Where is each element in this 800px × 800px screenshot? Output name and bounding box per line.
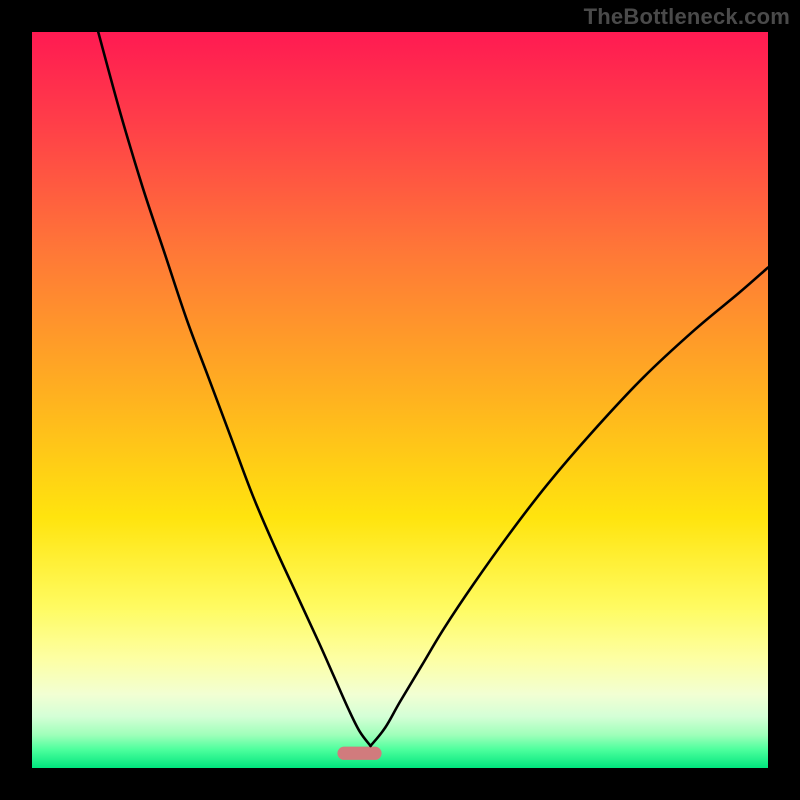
curve-left-branch (98, 32, 370, 746)
curve-right-branch (371, 268, 768, 746)
plot-area (32, 32, 768, 768)
min-marker-pill (337, 747, 381, 760)
watermark-text: TheBottleneck.com (584, 4, 790, 30)
chart-frame: TheBottleneck.com (0, 0, 800, 800)
chart-curves (32, 32, 768, 768)
